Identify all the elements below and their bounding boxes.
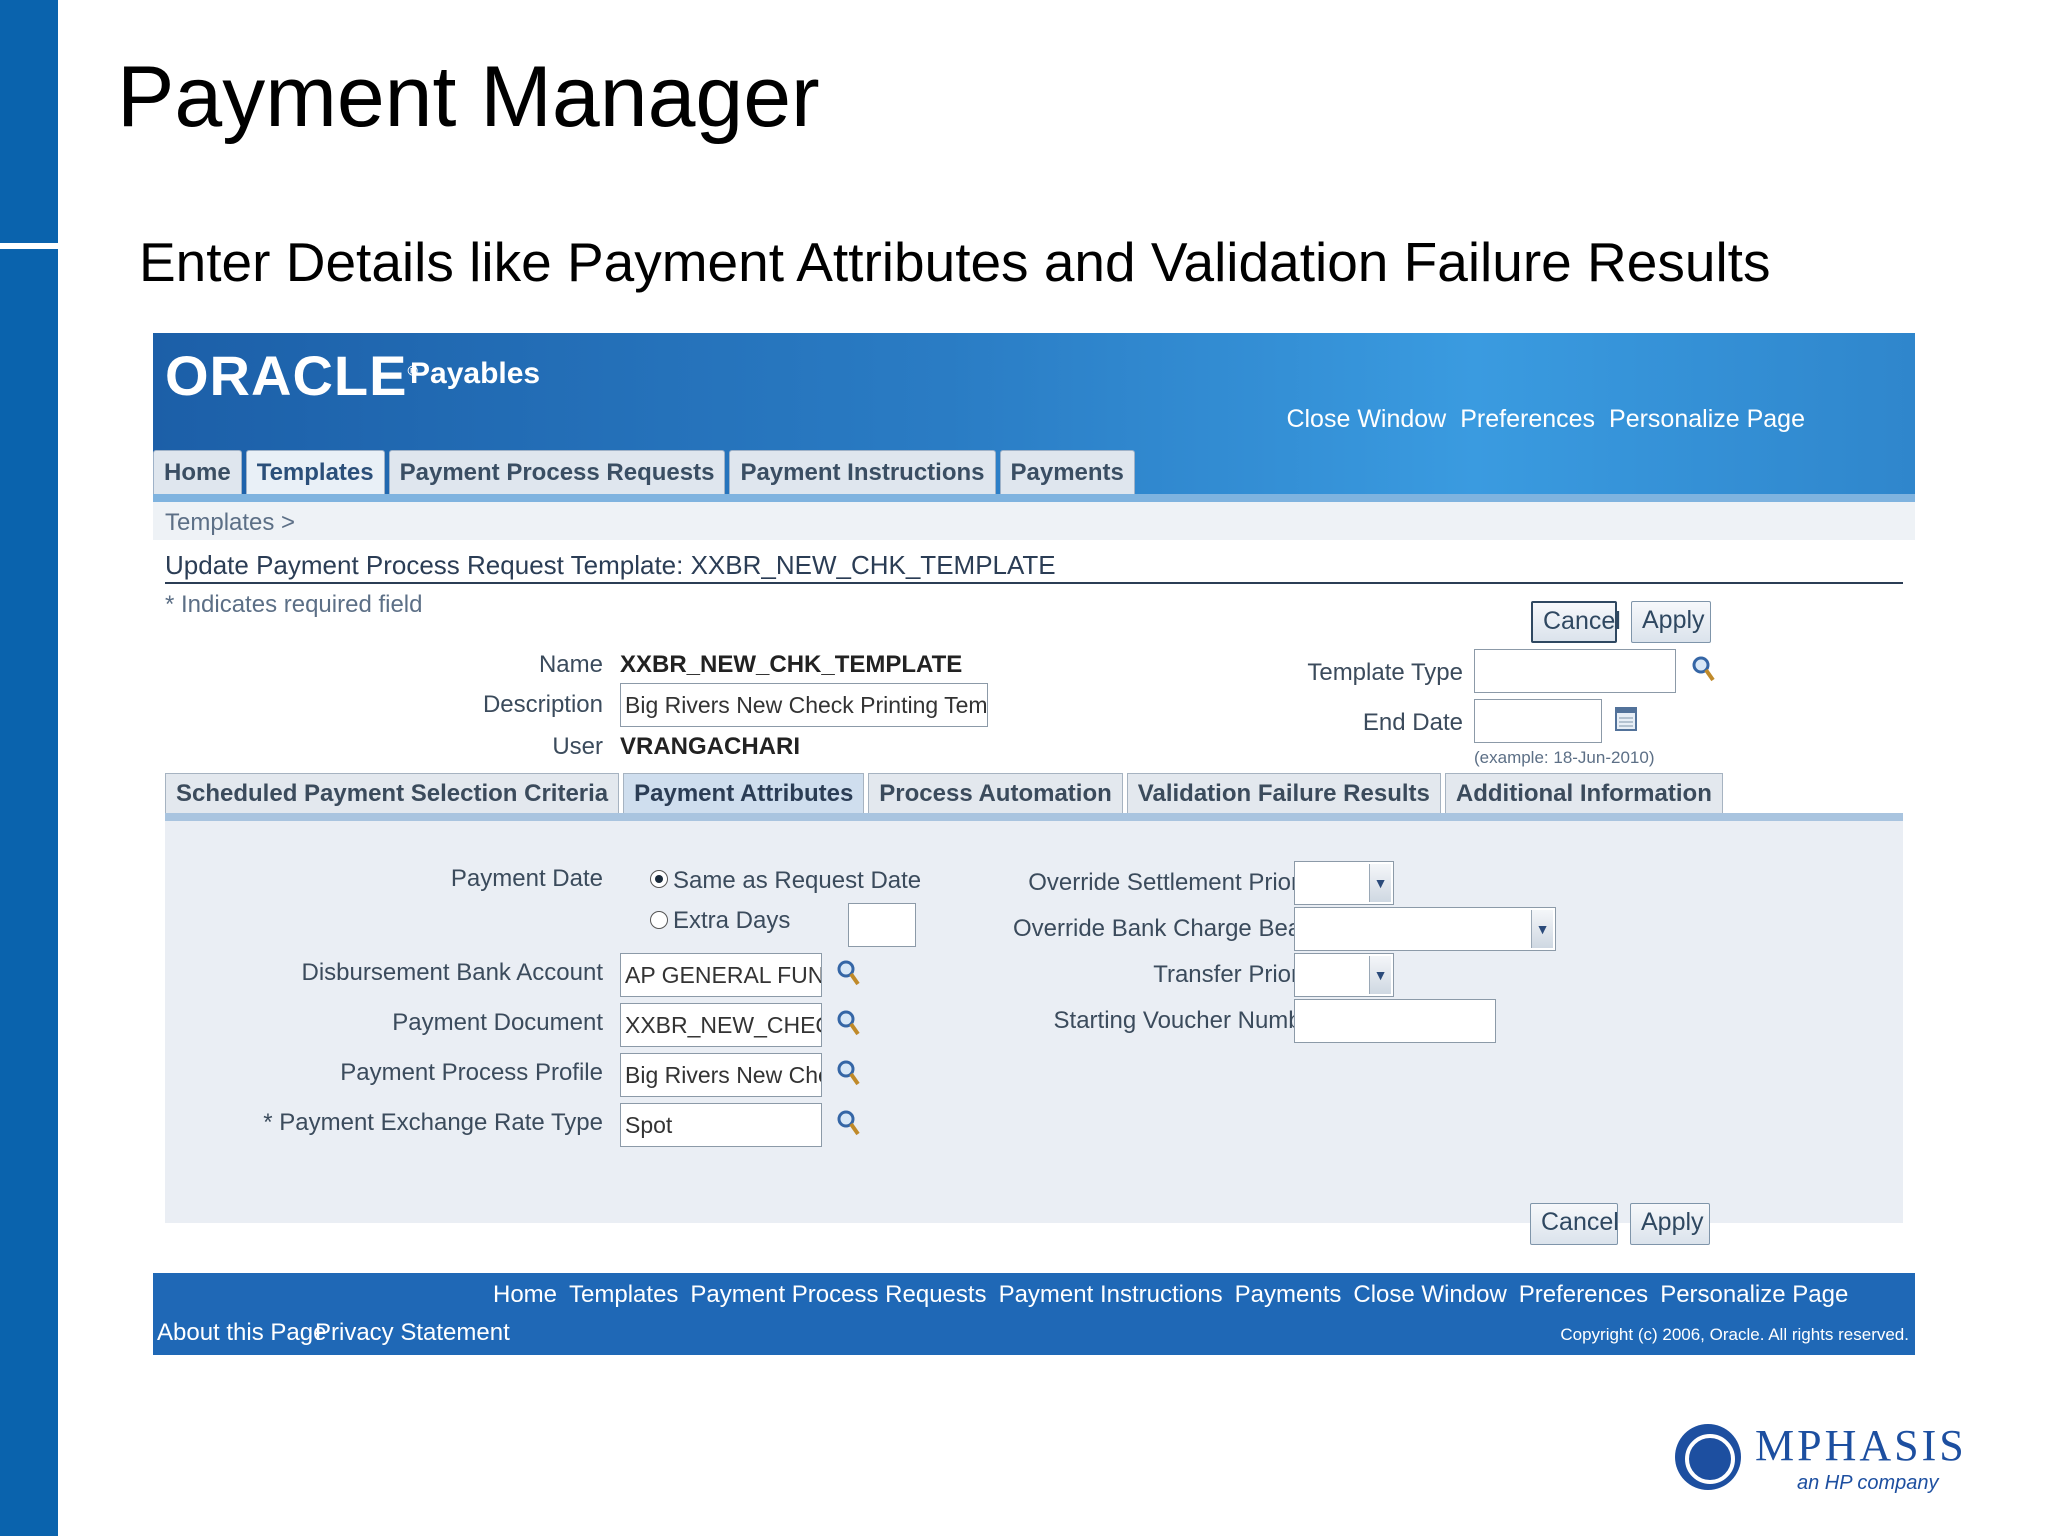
preferences-link[interactable]: Preferences — [1460, 405, 1595, 434]
tab-payments[interactable]: Payments — [999, 450, 1135, 494]
extra-days-radio[interactable] — [650, 911, 668, 929]
global-links: Close Window Preferences Personalize Pag… — [1286, 405, 1805, 434]
footer-link-close-window[interactable]: Close Window — [1353, 1281, 1506, 1309]
extra-days-label: Extra Days — [673, 907, 791, 934]
transfer-priority-label: Transfer Priority — [1153, 961, 1323, 988]
process-profile-label: Payment Process Profile — [340, 1059, 603, 1086]
exchange-rate-search-icon[interactable] — [836, 1109, 860, 1137]
tab-home[interactable]: Home — [153, 450, 242, 494]
payment-document-field[interactable]: XXBR_NEW_CHECK_TRI — [620, 1003, 822, 1047]
footer-link-preferences[interactable]: Preferences — [1519, 1281, 1648, 1309]
template-type-label: Template Type — [1307, 659, 1463, 686]
close-window-link[interactable]: Close Window — [1286, 405, 1446, 434]
starting-voucher-field[interactable] — [1294, 999, 1496, 1043]
chevron-down-icon[interactable]: ▼ — [1531, 910, 1553, 948]
tab-payment-instructions[interactable]: Payment Instructions — [729, 450, 996, 494]
sub-tabs: Scheduled Payment Selection Criteria Pay… — [165, 773, 1723, 815]
mphasis-tagline: an HP company — [1797, 1472, 1939, 1494]
about-this-page-link[interactable]: About this Page — [157, 1319, 326, 1347]
tab-base-bar — [153, 494, 1915, 502]
starting-voucher-label: Starting Voucher Number — [1053, 1007, 1323, 1034]
slide-bar-notch — [0, 243, 58, 249]
footer-link-payments[interactable]: Payments — [1235, 1281, 1342, 1309]
breadcrumb[interactable]: Templates > — [165, 509, 295, 537]
template-type-search-icon[interactable] — [1691, 655, 1715, 683]
override-bank-charge-select[interactable]: ▼ — [1294, 907, 1556, 951]
template-type-field[interactable] — [1474, 649, 1676, 693]
tab-payment-process-requests[interactable]: Payment Process Requests — [388, 450, 726, 494]
main-tabs: Home Templates Payment Process Requests … — [153, 450, 1135, 497]
mphasis-logo: MPHASIS an HP company — [1675, 1420, 1975, 1500]
subtab-base-bar — [165, 813, 1903, 821]
process-profile-field[interactable]: Big Rivers New Check Pr — [620, 1053, 822, 1097]
payment-document-label: Payment Document — [392, 1009, 603, 1036]
app-header: ORACLE® Payables Close Window Preference… — [153, 333, 1915, 497]
payment-document-search-icon[interactable] — [836, 1009, 860, 1037]
payment-date-label: Payment Date — [450, 865, 603, 892]
process-profile-search-icon[interactable] — [836, 1059, 860, 1087]
end-date-label: End Date — [1362, 709, 1463, 736]
user-label: User — [552, 733, 603, 760]
exchange-rate-field[interactable]: Spot — [620, 1103, 822, 1147]
override-bank-charge-label: Override Bank Charge Bearer — [1013, 915, 1331, 942]
tab-payment-attributes[interactable]: Payment Attributes — [623, 773, 865, 815]
cancel-button-bottom[interactable]: Cancel — [1530, 1203, 1619, 1245]
tab-process-automation[interactable]: Process Automation — [868, 773, 1123, 815]
chevron-down-icon[interactable]: ▼ — [1369, 956, 1391, 994]
app-footer: Home Templates Payment Process Requests … — [153, 1273, 1915, 1355]
cancel-button-top[interactable]: Cancel — [1531, 601, 1621, 643]
mphasis-name: MPHASIS — [1755, 1421, 1967, 1470]
description-label: Description — [482, 691, 603, 718]
slide-title: Payment Manager — [117, 49, 820, 145]
bank-account-field[interactable]: AP GENERAL FUND — [620, 953, 822, 997]
footer-link-payment-instructions[interactable]: Payment Instructions — [999, 1281, 1223, 1309]
chevron-down-icon[interactable]: ▼ — [1369, 864, 1391, 902]
mphasis-emblem-icon — [1675, 1424, 1741, 1490]
calendar-icon[interactable] — [1615, 705, 1637, 733]
override-settlement-select[interactable]: ▼ — [1294, 861, 1394, 905]
same-as-request-date-label: Same as Request Date — [673, 867, 922, 894]
required-field-note: * Indicates required field — [165, 591, 423, 618]
bank-account-label: Disbursement Bank Account — [301, 959, 604, 986]
transfer-priority-select[interactable]: ▼ — [1294, 953, 1394, 997]
tab-validation-failure-results[interactable]: Validation Failure Results — [1126, 773, 1441, 815]
oracle-payables-screenshot: ORACLE® Payables Close Window Preference… — [153, 333, 1915, 1363]
oracle-logo: ORACLE® — [165, 344, 419, 407]
apply-button-bottom[interactable]: Apply — [1630, 1203, 1710, 1245]
user-value: VRANGACHARI — [620, 733, 800, 760]
tab-scheduled-payment-selection-criteria[interactable]: Scheduled Payment Selection Criteria — [165, 773, 620, 815]
footer-link-home[interactable]: Home — [493, 1281, 557, 1309]
copyright-text: Copyright (c) 2006, Oracle. All rights r… — [1560, 1325, 1909, 1344]
name-value: XXBR_NEW_CHK_TEMPLATE — [620, 651, 963, 678]
heading-divider — [165, 582, 1903, 584]
footer-link-templates[interactable]: Templates — [569, 1281, 678, 1309]
bank-account-search-icon[interactable] — [836, 959, 860, 987]
end-date-field[interactable] — [1474, 699, 1602, 743]
apply-button-top[interactable]: Apply — [1631, 601, 1711, 643]
personalize-page-link[interactable]: Personalize Page — [1609, 405, 1805, 434]
tab-templates[interactable]: Templates — [245, 450, 385, 494]
product-name: Payables — [410, 357, 541, 390]
same-as-request-date-radio[interactable] — [650, 870, 668, 888]
page-heading: Update Payment Process Request Template:… — [165, 550, 1056, 580]
footer-link-personalize-page[interactable]: Personalize Page — [1660, 1281, 1848, 1309]
description-field[interactable]: Big Rivers New Check Printing Template — [620, 683, 988, 727]
footer-links: Home Templates Payment Process Requests … — [493, 1281, 1848, 1309]
footer-link-payment-process-requests[interactable]: Payment Process Requests — [690, 1281, 986, 1309]
privacy-statement-link[interactable]: Privacy Statement — [315, 1319, 510, 1347]
name-label: Name — [538, 651, 603, 678]
end-date-hint: (example: 18-Jun-2010) — [1474, 748, 1655, 767]
exchange-rate-label: * Payment Exchange Rate Type — [263, 1109, 603, 1136]
slide-subtitle: Enter Details like Payment Attributes an… — [139, 231, 1771, 293]
extra-days-field[interactable] — [848, 903, 916, 947]
override-settlement-label: Override Settlement Priority — [1028, 869, 1323, 896]
breadcrumb-bar — [153, 502, 1915, 540]
tab-additional-information[interactable]: Additional Information — [1444, 773, 1723, 815]
slide-left-bar — [0, 0, 58, 1536]
